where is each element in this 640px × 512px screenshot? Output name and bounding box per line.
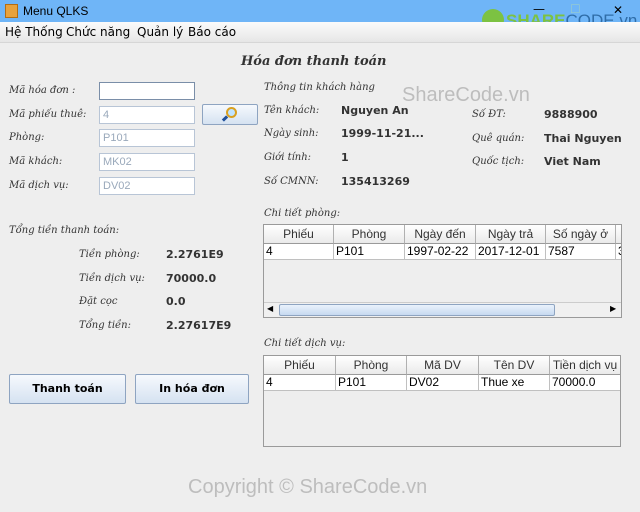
watermark-center: ShareCode.vn bbox=[402, 84, 530, 106]
ma-phieu-thue-input[interactable] bbox=[99, 106, 195, 124]
ma-hoa-don-label: Mã hóa đơn : bbox=[9, 85, 76, 96]
column-header[interactable]: Mã DV bbox=[407, 356, 479, 375]
in-hoa-don-button[interactable]: In hóa đơn bbox=[135, 374, 249, 404]
ma-khach-label: Mã khách: bbox=[9, 156, 63, 167]
so-cmnn-value: 135413269 bbox=[341, 175, 410, 188]
menu-chuc-nang[interactable]: Chức năng bbox=[66, 25, 130, 39]
totals-heading: Tổng tiền thanh toán: bbox=[9, 225, 120, 236]
table-cell[interactable]: 4 bbox=[264, 375, 336, 391]
table-cell[interactable]: 70000.0 bbox=[550, 375, 620, 391]
service-table-heading: Chi tiết dịch vụ: bbox=[264, 338, 346, 349]
so-dt-label: Số ĐT: bbox=[472, 109, 506, 120]
column-header[interactable]: Ngày đến bbox=[405, 225, 476, 244]
ten-khach-label: Tên khách: bbox=[264, 105, 320, 116]
phong-input[interactable] bbox=[99, 129, 195, 147]
ngay-sinh-label: Ngày sinh: bbox=[264, 128, 319, 139]
column-header[interactable]: Phòng bbox=[334, 225, 405, 244]
ma-hoa-don-input[interactable] bbox=[99, 82, 195, 100]
table-cell[interactable]: Thue xe bbox=[479, 375, 550, 391]
ngay-sinh-value: 1999-11-21... bbox=[341, 127, 424, 140]
table-cell[interactable]: 2017-12-01 bbox=[476, 244, 546, 260]
so-cmnn-label: Số CMNN: bbox=[264, 176, 319, 187]
service-table[interactable]: Phiếu Phòng Mã DV Tên DV Tiền dịch vụ 4 … bbox=[263, 355, 621, 447]
tien-phong-value: 2.2761E9 bbox=[166, 248, 224, 261]
tien-dich-vu-value: 70000.0 bbox=[166, 272, 217, 285]
watermark-footer: Copyright © ShareCode.vn bbox=[188, 476, 428, 498]
column-header[interactable] bbox=[616, 225, 621, 244]
java-app-icon bbox=[5, 4, 18, 18]
ma-khach-input[interactable] bbox=[99, 153, 195, 171]
magnifier-handle-icon bbox=[221, 115, 229, 122]
scroll-right-icon[interactable]: ▶ bbox=[610, 304, 616, 313]
column-header[interactable]: Số ngày ở bbox=[546, 225, 616, 244]
quoc-tich-value: Viet Nam bbox=[544, 155, 601, 168]
so-dt-value: 9888900 bbox=[544, 108, 598, 121]
scrollbar-thumb[interactable] bbox=[279, 304, 555, 316]
table-cell[interactable]: P101 bbox=[336, 375, 407, 391]
tong-tien-label: Tổng tiền: bbox=[79, 320, 131, 331]
table-cell[interactable]: DV02 bbox=[407, 375, 479, 391]
thanh-toan-button[interactable]: Thanh toán bbox=[9, 374, 126, 404]
phong-label: Phòng: bbox=[9, 132, 45, 143]
tien-dich-vu-label: Tiền dịch vụ: bbox=[79, 273, 145, 284]
ma-phieu-thue-label: Mã phiếu thuê: bbox=[9, 109, 87, 120]
tong-tien-value: 2.27617E9 bbox=[166, 319, 232, 332]
table-cell[interactable]: 4 bbox=[264, 244, 334, 260]
dat-coc-label: Đặt cọc bbox=[79, 296, 118, 307]
gioi-tinh-label: Giới tính: bbox=[264, 152, 312, 163]
ma-dich-vu-input[interactable] bbox=[99, 177, 195, 195]
column-header[interactable]: Tiền dịch vụ bbox=[550, 356, 620, 375]
ma-dich-vu-label: Mã dịch vụ: bbox=[9, 180, 69, 191]
search-button[interactable] bbox=[202, 104, 258, 125]
table-cell[interactable]: P101 bbox=[334, 244, 405, 260]
gioi-tinh-value: 1 bbox=[341, 151, 349, 164]
table-cell[interactable]: 3 bbox=[616, 244, 621, 260]
ten-khach-value: Nguyen An bbox=[341, 104, 409, 117]
scroll-left-icon[interactable]: ◀ bbox=[267, 304, 273, 313]
column-header[interactable]: Phiếu bbox=[264, 356, 336, 375]
customer-heading: Thông tin khách hàng bbox=[264, 82, 375, 93]
menu-bao-cao[interactable]: Báo cáo bbox=[188, 25, 236, 39]
column-header[interactable]: Phiếu bbox=[264, 225, 334, 244]
horizontal-scrollbar[interactable]: ◀ ▶ bbox=[264, 302, 621, 317]
table-cell[interactable]: 1997-02-22 bbox=[405, 244, 476, 260]
column-header[interactable]: Phòng bbox=[336, 356, 407, 375]
column-header[interactable]: Ngày trả bbox=[476, 225, 546, 244]
quoc-tich-label: Quốc tịch: bbox=[472, 156, 525, 167]
menu-quan-ly[interactable]: Quản lý bbox=[137, 25, 183, 39]
window-title: Menu QLKS bbox=[23, 4, 89, 18]
page-title: Hóa đơn thanh toán bbox=[241, 54, 387, 69]
column-header[interactable]: Tên DV bbox=[479, 356, 550, 375]
dat-coc-value: 0.0 bbox=[166, 295, 186, 308]
room-table-heading: Chi tiết phòng: bbox=[264, 208, 341, 219]
que-quan-label: Quê quán: bbox=[472, 133, 525, 144]
que-quan-value: Thai Nguyen bbox=[544, 132, 622, 145]
room-table[interactable]: Phiếu Phòng Ngày đến Ngày trả Số ngày ở … bbox=[263, 224, 622, 318]
menu-he-thong[interactable]: Hệ Thống bbox=[5, 25, 63, 39]
table-cell[interactable]: 7587 bbox=[546, 244, 616, 260]
tien-phong-label: Tiền phòng: bbox=[79, 249, 140, 260]
